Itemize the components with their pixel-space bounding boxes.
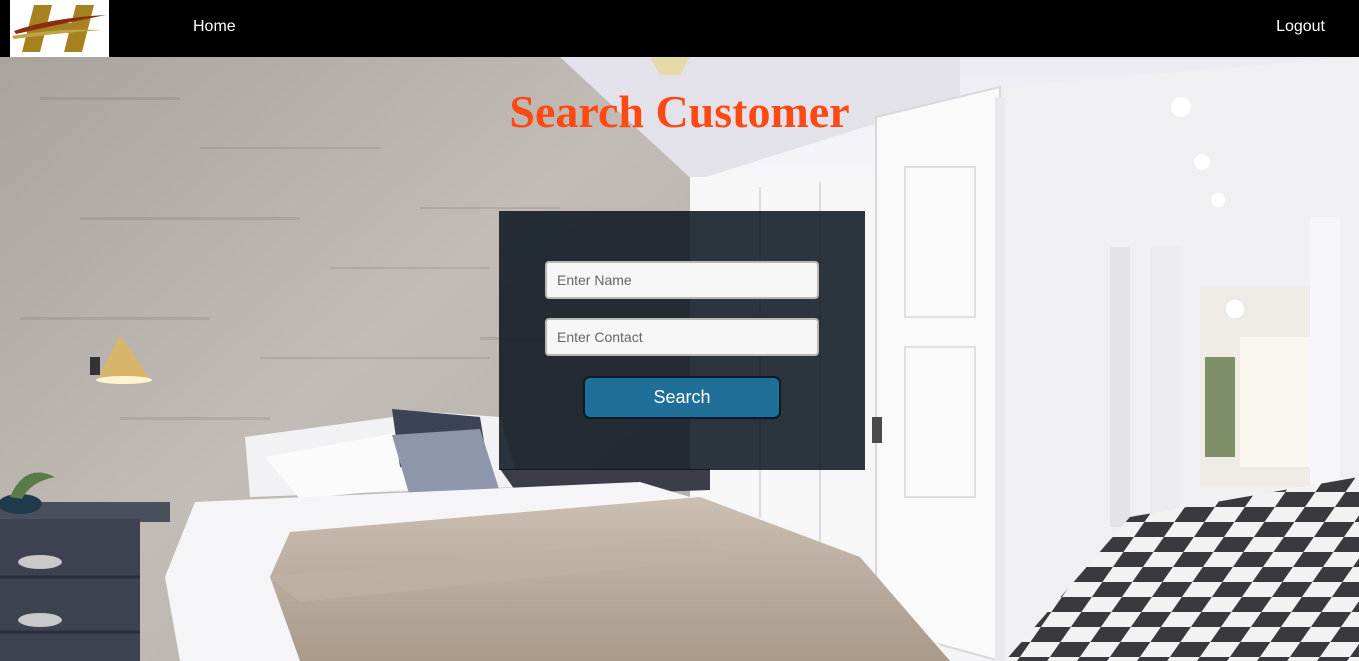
top-navbar: Home Logout (0, 0, 1359, 57)
customer-contact-input[interactable] (545, 318, 819, 356)
search-button[interactable]: Search (583, 376, 781, 419)
nav-logout-link[interactable]: Logout (1276, 18, 1325, 36)
customer-name-input[interactable] (545, 261, 819, 299)
hotel-logo-icon[interactable] (10, 0, 109, 57)
search-customer-form: Search (499, 211, 865, 470)
page-title: Search Customer (509, 86, 850, 137)
nav-home-link[interactable]: Home (193, 18, 236, 36)
